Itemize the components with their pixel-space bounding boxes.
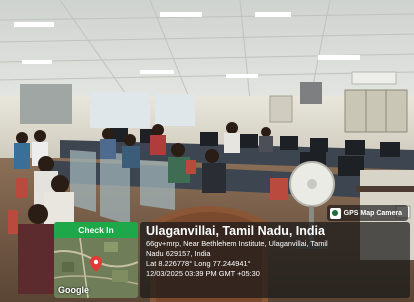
gps-badge-label: GPS Map Camera [343,209,402,217]
address-line-2: Nadu 629157, India [146,249,211,258]
gps-map-camera-badge: GPS Map Camera [326,205,408,221]
location-title: Ulaganvillai, Tamil Nadu, India [146,224,325,238]
geotag-overlay: Check In Google Ulaganvillai, Tamil Nadu… [54,222,410,298]
map-thumbnail: Check In Google [54,222,138,298]
timestamp: 12/03/2025 03:39 PM GMT +05:30 [146,269,260,278]
google-logo: Google [58,285,89,295]
coordinates: Lat 8.226778° Long 77.244941° [146,259,251,268]
check-in-button[interactable]: Check In [54,222,138,238]
location-info-panel: Ulaganvillai, Tamil Nadu, India 66gv+mrp… [140,222,410,298]
address-line-1: 66gv+mrp, Near Bethlehem Institute, Ulag… [146,239,328,248]
map-pin-icon [90,256,102,272]
camera-icon [329,207,341,219]
